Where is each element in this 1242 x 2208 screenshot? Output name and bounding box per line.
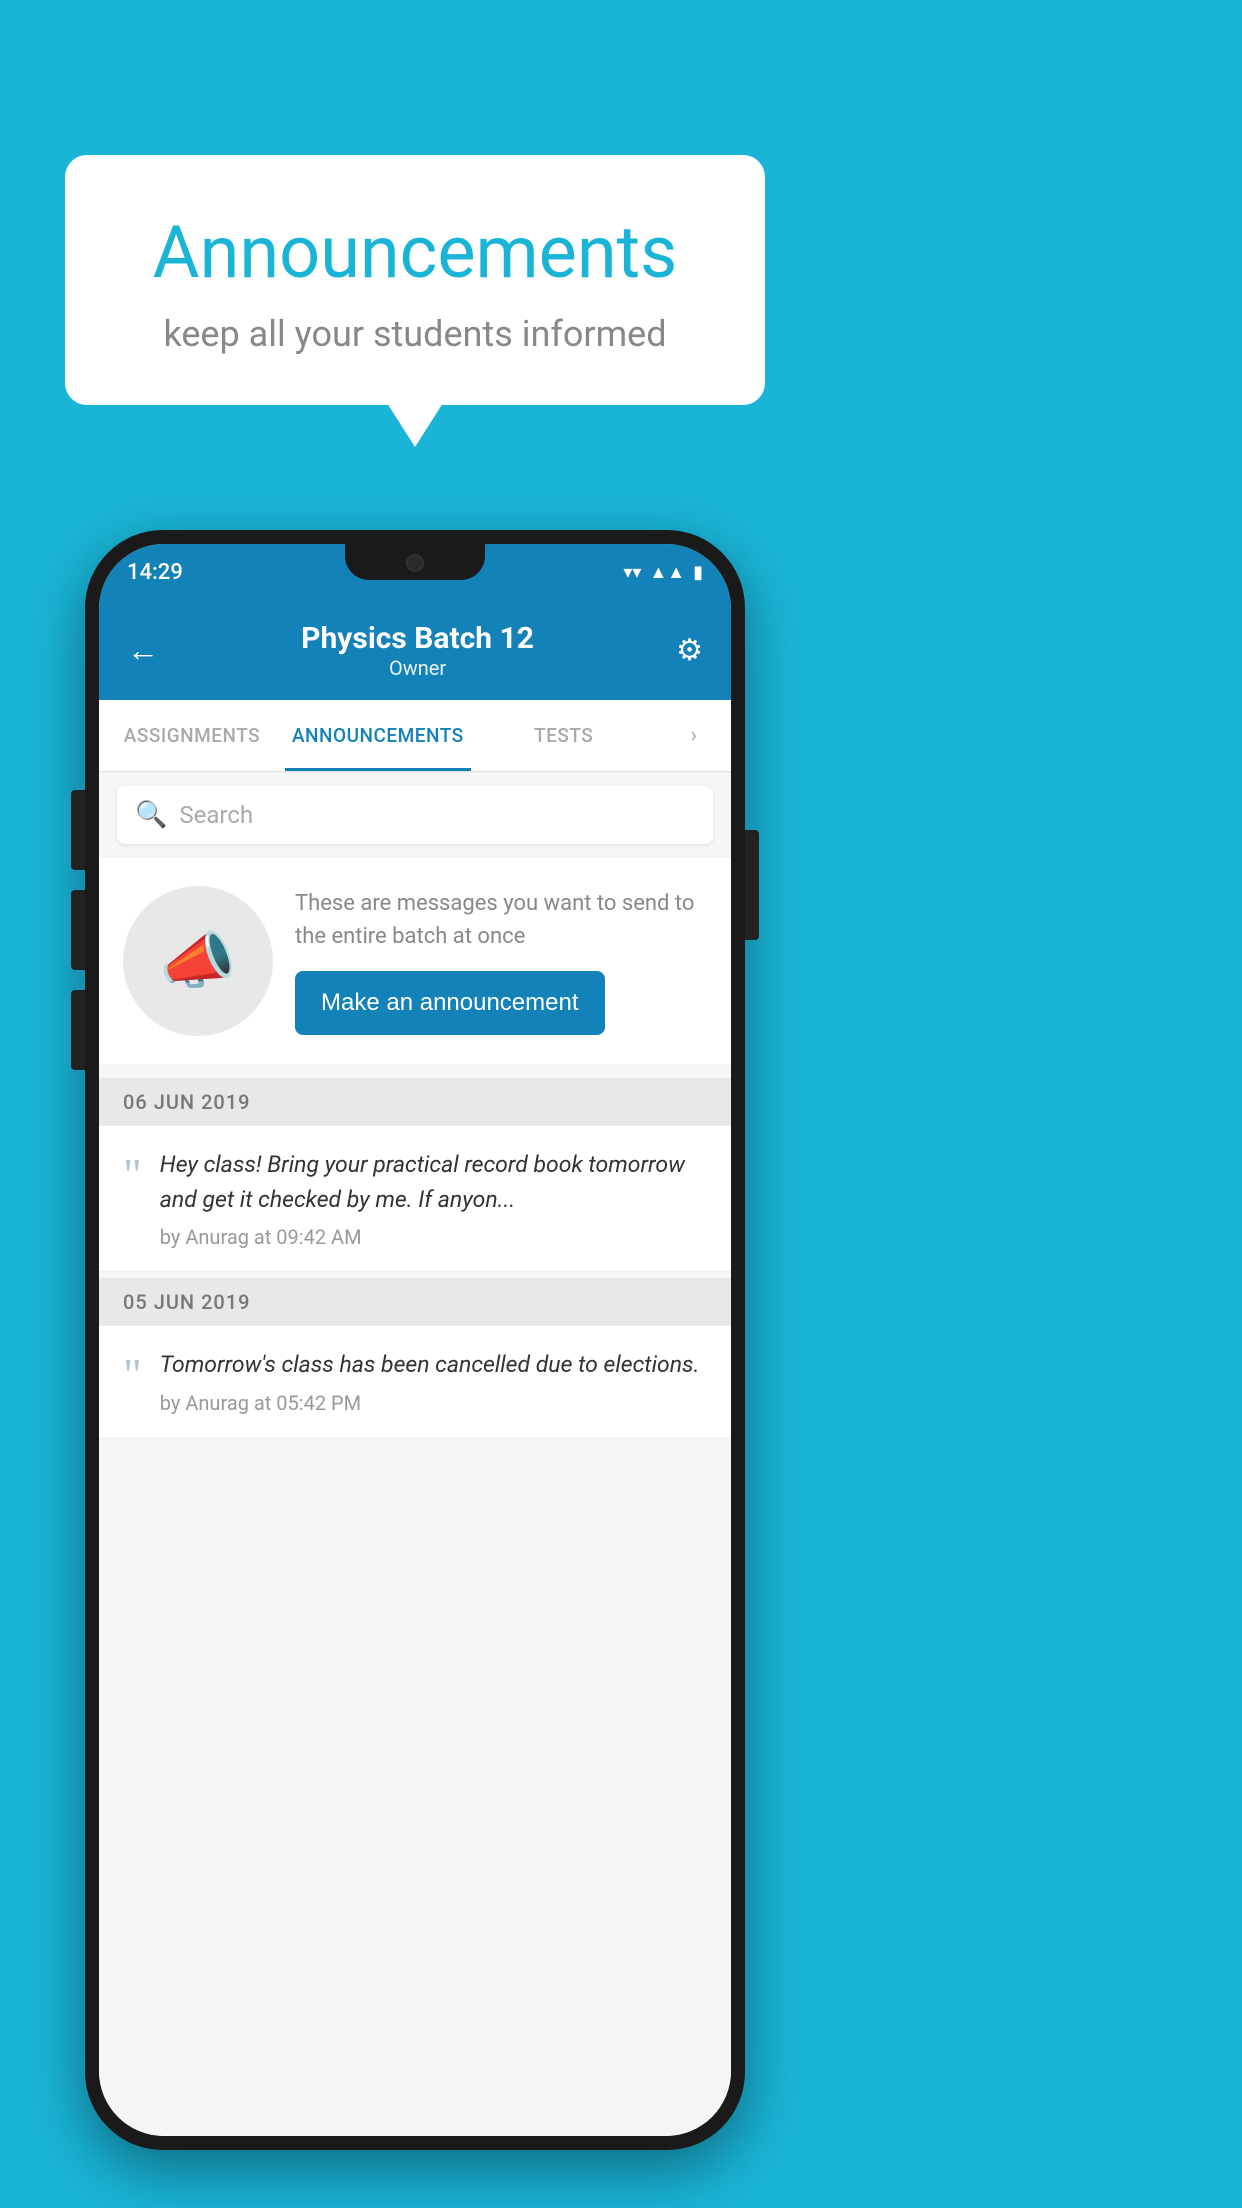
speech-bubble-card: Announcements keep all your students inf… bbox=[65, 155, 765, 405]
phone-notch bbox=[345, 544, 485, 580]
announcement-text-1: Hey class! Bring your practical record b… bbox=[160, 1148, 707, 1217]
make-announcement-button[interactable]: Make an announcement bbox=[295, 971, 605, 1035]
wifi-icon: ▾▾ bbox=[623, 562, 641, 583]
app-bar: ← Physics Batch 12 Owner ⚙ bbox=[99, 600, 731, 700]
tab-tests[interactable]: TESTS bbox=[471, 700, 657, 771]
phone-outer: 14:29 ▾▾ ▲▲ ▮ ← Physics Batch 12 Owner ⚙ bbox=[85, 530, 745, 2150]
back-button[interactable]: ← bbox=[127, 631, 159, 669]
megaphone-circle: 📣 bbox=[123, 886, 273, 1036]
announcement-meta-1: by Anurag at 09:42 AM bbox=[160, 1225, 707, 1249]
tab-bar: ASSIGNMENTS ANNOUNCEMENTS TESTS › bbox=[99, 700, 731, 772]
date-separator-1: 06 JUN 2019 bbox=[99, 1078, 731, 1126]
date-separator-2: 05 JUN 2019 bbox=[99, 1278, 731, 1326]
tab-assignments[interactable]: ASSIGNMENTS bbox=[99, 700, 285, 771]
megaphone-icon: 📣 bbox=[159, 925, 236, 998]
tab-more[interactable]: › bbox=[657, 700, 731, 771]
prompt-right: These are messages you want to send to t… bbox=[295, 887, 707, 1035]
status-time: 14:29 bbox=[127, 560, 183, 585]
announcement-prompt: 📣 These are messages you want to send to… bbox=[99, 858, 731, 1064]
quote-icon-2: " bbox=[123, 1352, 142, 1398]
speech-bubble-subtitle: keep all your students informed bbox=[110, 313, 720, 355]
announcement-meta-2: by Anurag at 05:42 PM bbox=[160, 1391, 707, 1415]
notch-camera bbox=[406, 554, 424, 572]
search-icon: 🔍 bbox=[135, 800, 167, 830]
phone-mockup: 14:29 ▾▾ ▲▲ ▮ ← Physics Batch 12 Owner ⚙ bbox=[85, 530, 745, 2150]
app-bar-title: Physics Batch 12 bbox=[301, 621, 534, 656]
announcement-item-2[interactable]: " Tomorrow's class has been cancelled du… bbox=[99, 1326, 731, 1437]
announcement-item-1[interactable]: " Hey class! Bring your practical record… bbox=[99, 1126, 731, 1272]
tab-announcements[interactable]: ANNOUNCEMENTS bbox=[285, 700, 471, 771]
prompt-description: These are messages you want to send to t… bbox=[295, 887, 707, 953]
app-bar-subtitle: Owner bbox=[301, 656, 534, 680]
status-icons: ▾▾ ▲▲ ▮ bbox=[623, 562, 703, 583]
speech-bubble-title: Announcements bbox=[110, 210, 720, 295]
screen-content: 🔍 Search 📣 These are messages you want t… bbox=[99, 772, 731, 2136]
battery-icon: ▮ bbox=[693, 562, 703, 583]
quote-icon-1: " bbox=[123, 1152, 142, 1198]
app-bar-center: Physics Batch 12 Owner bbox=[301, 621, 534, 680]
announcement-content-1: Hey class! Bring your practical record b… bbox=[160, 1148, 707, 1249]
search-placeholder: Search bbox=[179, 801, 253, 829]
search-box[interactable]: 🔍 Search bbox=[117, 786, 713, 844]
phone-screen: 14:29 ▾▾ ▲▲ ▮ ← Physics Batch 12 Owner ⚙ bbox=[99, 544, 731, 2136]
announcement-text-2: Tomorrow's class has been cancelled due … bbox=[160, 1348, 707, 1383]
signal-icon: ▲▲ bbox=[649, 562, 685, 583]
settings-icon[interactable]: ⚙ bbox=[676, 633, 703, 668]
announcement-content-2: Tomorrow's class has been cancelled due … bbox=[160, 1348, 707, 1415]
